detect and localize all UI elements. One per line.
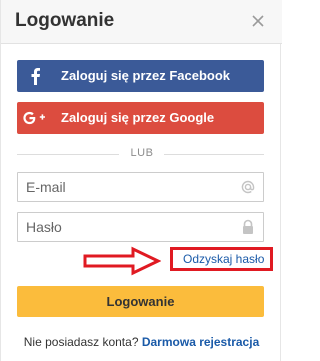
lock-icon	[243, 219, 253, 234]
recover-password-link[interactable]: Odzyskaj hasło	[183, 252, 264, 266]
login-dialog: Logowanie Zaloguj się przez Facebook Zal…	[0, 0, 282, 361]
password-input[interactable]	[18, 213, 236, 241]
google-plus-icon	[17, 102, 53, 134]
at-sign-icon	[241, 180, 255, 194]
dialog-header: Logowanie	[1, 0, 282, 44]
google-login-button[interactable]: Zaloguj się przez Google	[17, 102, 264, 134]
dialog-title: Logowanie	[15, 10, 115, 31]
password-field[interactable]	[17, 212, 264, 242]
register-footer: Nie posiadasz konta? Darmowa rejestracja	[1, 335, 282, 349]
email-input[interactable]	[18, 173, 236, 201]
close-icon[interactable]	[249, 12, 267, 30]
divider-label: LUB	[130, 147, 154, 159]
register-link[interactable]: Darmowa rejestracja	[142, 335, 259, 349]
register-prompt: Nie posiadasz konta?	[23, 335, 139, 349]
google-login-label: Zaloguj się przez Google	[61, 110, 215, 125]
facebook-login-label: Zaloguj się przez Facebook	[61, 68, 231, 83]
login-button[interactable]: Logowanie	[17, 286, 264, 317]
divider-line-right	[164, 154, 264, 155]
email-field[interactable]	[17, 172, 264, 202]
divider-line-left	[17, 154, 119, 155]
login-button-label: Logowanie	[106, 294, 175, 309]
facebook-icon	[17, 60, 53, 92]
facebook-login-button[interactable]: Zaloguj się przez Facebook	[17, 60, 264, 92]
annotation-arrow-icon	[83, 246, 161, 276]
